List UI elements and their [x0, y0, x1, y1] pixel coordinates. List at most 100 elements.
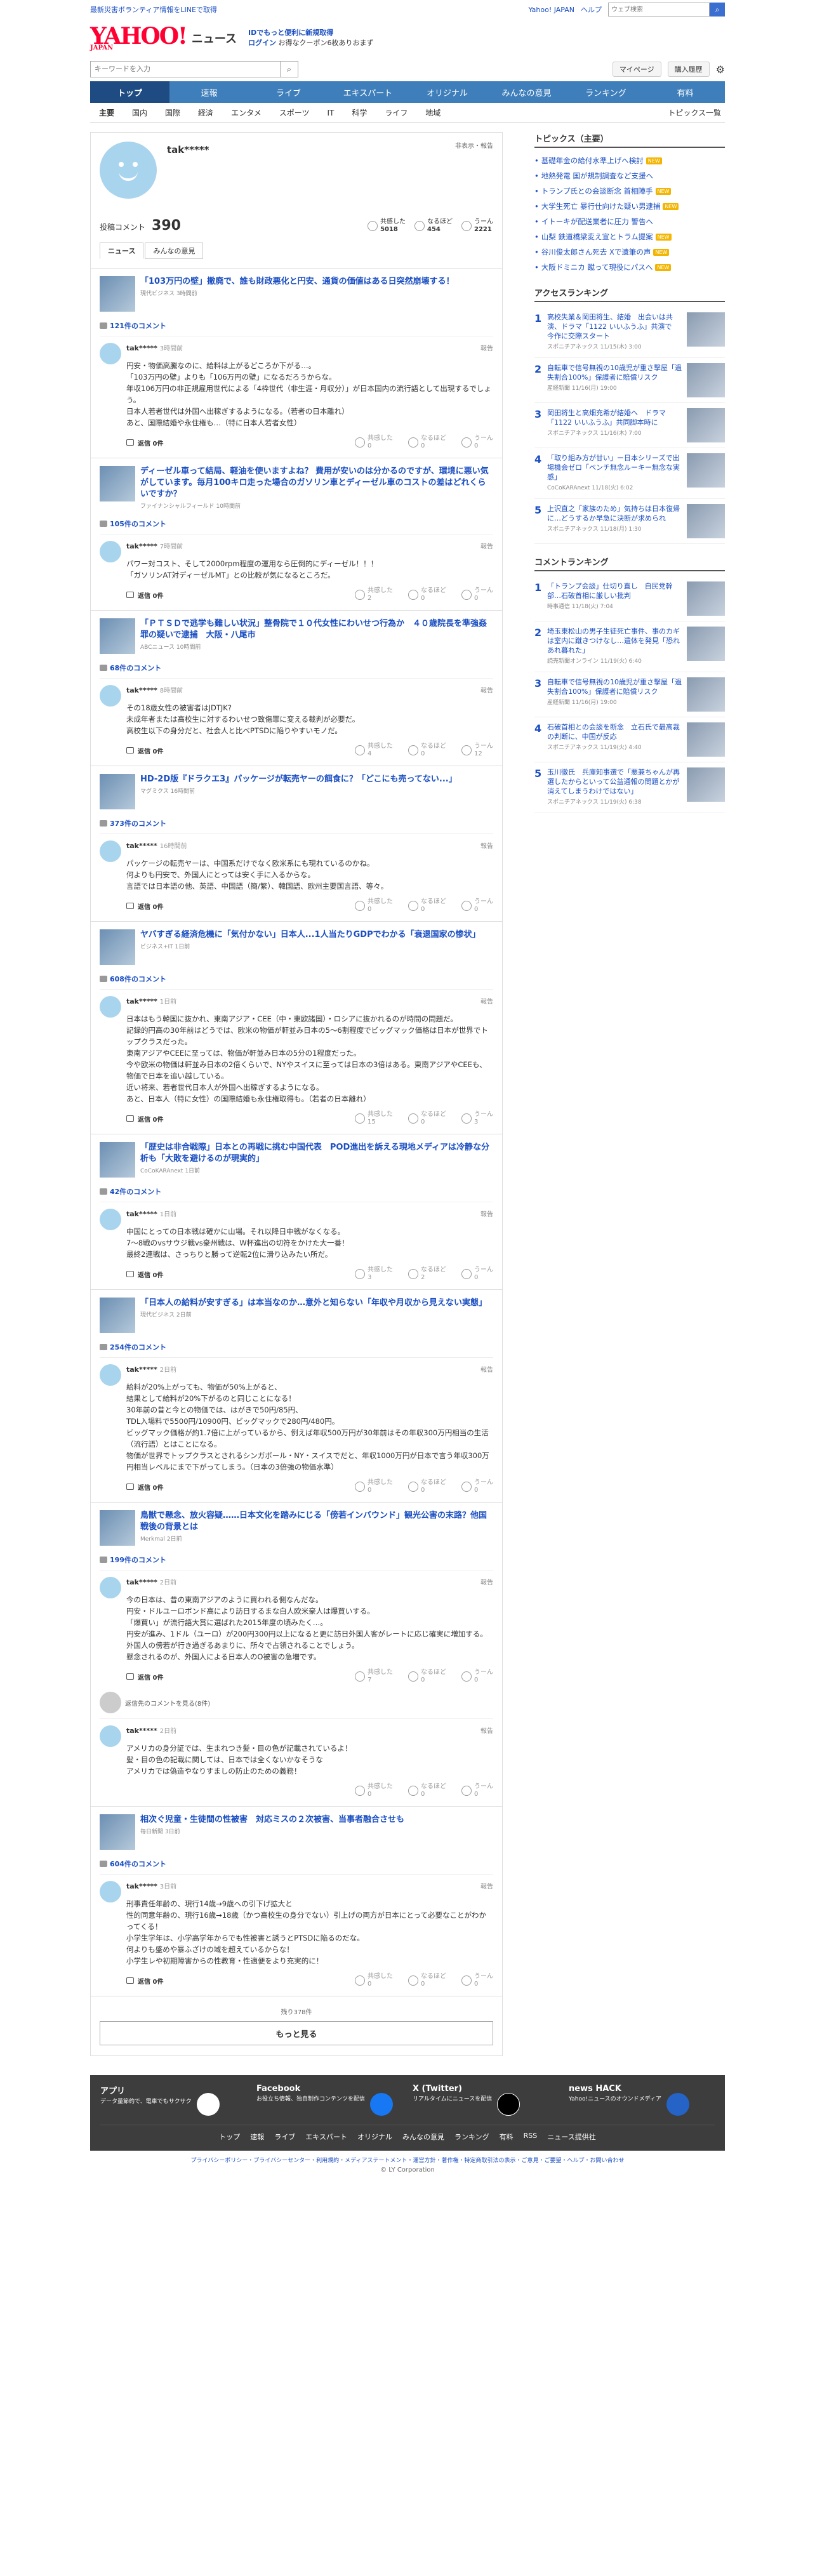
footer-app[interactable]: アプリ データ量節約で、電車でもサクサク: [100, 2084, 246, 2116]
topic-item[interactable]: 山梨 鉄道橋梁変え宣とトラム提案NEW: [534, 229, 725, 244]
article[interactable]: 「歴史は非合戦際」日本との再戦に挑む中国代表 POD進出を訴える現地メディアは冷…: [100, 1142, 493, 1178]
topic-item[interactable]: 谷川俊太郎さん死去 Xで遺筆の声NEW: [534, 244, 725, 260]
article-title[interactable]: 相次ぐ児童・生徒間の性被害 対応ミスの２次被害、当事者融合させも: [140, 1814, 404, 1826]
ranking-thumbnail[interactable]: [687, 504, 725, 538]
subnav-life[interactable]: ライフ: [376, 107, 416, 118]
vote-empathy-button[interactable]: 共感した 2: [355, 587, 393, 602]
article[interactable]: 相次ぐ児童・生徒間の性被害 対応ミスの２次被害、当事者融合させも 毎日新聞 3日前: [100, 1814, 493, 1850]
help-link[interactable]: ヘルプ: [581, 4, 602, 15]
article[interactable]: 「ＰＴＳＤで逃学も難しい状況」整骨院で１０代女性にわいせつ行為か ４０歳院長を準…: [100, 618, 493, 654]
vote-hmm-button[interactable]: うーん 0: [461, 898, 493, 913]
comment-count-link[interactable]: 105件のコメント: [100, 519, 493, 529]
article-title[interactable]: ディーゼル車って結局、軽油を使いますよね？ 費用が安いのは分かるのですが、環境に…: [140, 466, 493, 500]
reply-button[interactable]: 返信 0件: [126, 901, 163, 911]
subnav-science[interactable]: 科学: [343, 107, 376, 118]
ranking-item[interactable]: 5 上沢直之「家族のため」気持ちは日本復帰に…どうするか早急に決断が求められ スポニ…: [534, 499, 725, 544]
footer-link[interactable]: ニュース提供社: [547, 2132, 595, 2142]
vote-empathy-button[interactable]: 共感した 0: [355, 435, 393, 450]
ranking-title[interactable]: 高校失業＆岡田将生、結婚 出会いは共演、ドラマ「1122 いいふうふ」共演で 今…: [547, 312, 683, 341]
vote-empathy-button[interactable]: 共感した 0: [355, 1479, 393, 1494]
ranking-item[interactable]: 2 自転車で信号無視の10歳児が重さ撃屋「過失割合100%」保護者に賠償リスク 産経…: [534, 358, 725, 403]
tab-opinion[interactable]: みんなの意見: [145, 242, 204, 259]
article[interactable]: ヤバすぎる経済危機に「気付かない」日本人...1人当たりGDPでわかる「衰退国家…: [100, 929, 493, 965]
topic-item[interactable]: トランプ氏との会談断念 首相陣手NEW: [534, 183, 725, 199]
ranking-title[interactable]: 自転車で信号無視の10歳児が重さ撃屋「過失割合100%」保護者に賠償リスク: [547, 677, 683, 696]
article[interactable]: HD-2D版『ドラクエ3』パッケージが転売ヤーの餌食に？「どこにも売ってない..…: [100, 774, 493, 809]
topic-item[interactable]: 大学生死亡 暴行仕向けた疑い男逮捕NEW: [534, 199, 725, 214]
subnav-entertainment[interactable]: エンタメ: [222, 107, 270, 118]
article-title[interactable]: 「日本人の給料が安すぎる」は本当なのか…意外と知らない「年収や月収から見えない実…: [140, 1298, 487, 1309]
vote-hmm-button[interactable]: うーん 0: [461, 435, 493, 450]
reply-button[interactable]: 返信 0件: [126, 1482, 163, 1492]
report-link[interactable]: 報告: [480, 541, 493, 550]
ranking-title[interactable]: 埼玉東松山の男子生徒死亡事件、事のカギは室内に蹴きつけなし…遺体を発見「恐れあれ…: [547, 627, 683, 655]
vote-hmm-button[interactable]: うーん 3: [461, 1111, 493, 1126]
vote-insight-button[interactable]: なるほど 0: [408, 1669, 446, 1684]
comment-user[interactable]: tak*****: [126, 1578, 157, 1586]
report-link[interactable]: 報告: [480, 685, 493, 694]
ranking-thumbnail[interactable]: [687, 677, 725, 712]
vote-empathy-button[interactable]: 共感した 0: [355, 898, 393, 913]
nav-top[interactable]: トップ: [90, 81, 169, 103]
yahoo-japan-link[interactable]: Yahoo! JAPAN: [528, 6, 574, 14]
legal-links[interactable]: プライバシーポリシー・プライバシーセンター・利用規約・メディアステートメント・運…: [90, 2156, 725, 2164]
article-thumbnail[interactable]: [100, 1298, 135, 1333]
search-icon[interactable]: ⌕: [281, 61, 298, 77]
vote-empathy-button[interactable]: 共感した 4: [355, 743, 393, 758]
subnav-sports[interactable]: スポーツ: [270, 107, 319, 118]
vote-insight-button[interactable]: なるほど 2: [408, 1266, 446, 1282]
footer-link[interactable]: オリジナル: [357, 2132, 392, 2142]
topic-item[interactable]: 大阪ドミニカ 蹴って現役にパスへNEW: [534, 260, 725, 275]
vote-insight-button[interactable]: なるほど 0: [408, 1111, 446, 1126]
footer-link[interactable]: ライブ: [274, 2132, 295, 2142]
reply-button[interactable]: 返信 0件: [126, 1672, 163, 1682]
ranking-thumbnail[interactable]: [687, 408, 725, 442]
report-link[interactable]: 報告: [480, 840, 493, 850]
logo[interactable]: YAHOO! JAPAN: [90, 25, 188, 51]
ranking-title[interactable]: 上沢直之「家族のため」気持ちは日本復帰に…どうするか早急に決断が求められ: [547, 504, 683, 523]
article-title[interactable]: 「ＰＴＳＤで逃学も難しい状況」整骨院で１０代女性にわいせつ行為か ４０歳院長を準…: [140, 618, 493, 641]
comment-count-link[interactable]: 42件のコメント: [100, 1186, 493, 1197]
reply-button[interactable]: 返信 0件: [126, 590, 163, 600]
comment-user[interactable]: tak*****: [126, 686, 157, 694]
reply-button[interactable]: 返信 0件: [126, 1976, 163, 1986]
vote-insight-button[interactable]: なるほど 0: [408, 1783, 446, 1798]
article-thumbnail[interactable]: [100, 929, 135, 965]
nav-original[interactable]: オリジナル: [408, 81, 487, 103]
vote-hmm-button[interactable]: うーん 0: [461, 1479, 493, 1494]
subnav-international[interactable]: 国際: [156, 107, 189, 118]
footer-link[interactable]: 有料: [500, 2132, 514, 2142]
nav-expert[interactable]: エキスパート: [328, 81, 408, 103]
purchase-history-button[interactable]: 購入履歴: [667, 62, 710, 77]
comment-user[interactable]: tak*****: [126, 1727, 157, 1735]
report-link[interactable]: 報告: [480, 1725, 493, 1735]
footer-link[interactable]: ランキング: [454, 2132, 489, 2142]
article[interactable]: ディーゼル車って結局、軽油を使いますよね？ 費用が安いのは分かるのですが、環境に…: [100, 466, 493, 510]
vote-insight-button[interactable]: なるほど 0: [408, 743, 446, 758]
search-icon[interactable]: ⌕: [710, 3, 725, 17]
vote-insight-button[interactable]: なるほど 0: [408, 898, 446, 913]
ranking-thumbnail[interactable]: [687, 767, 725, 802]
ranking-thumbnail[interactable]: [687, 453, 725, 488]
reply-button[interactable]: 返信 0件: [126, 746, 163, 755]
tab-news[interactable]: ニュース: [100, 242, 144, 259]
comment-count-link[interactable]: 608件のコメント: [100, 974, 493, 984]
vote-insight-button[interactable]: なるほど 0: [408, 587, 446, 602]
vote-empathy-button[interactable]: 共感した 3: [355, 1266, 393, 1282]
article-title[interactable]: 鳥獣で懸念、放火容疑……日本文化を踏みにじる「傍若インバウンド」観光公害の末路？…: [140, 1510, 493, 1533]
service-name[interactable]: ニュース: [192, 30, 237, 46]
report-link[interactable]: 報告: [480, 1577, 493, 1586]
web-search-input[interactable]: [608, 3, 710, 17]
ranking-thumbnail[interactable]: [687, 627, 725, 661]
vote-hmm-button[interactable]: うーん 0: [461, 587, 493, 602]
ranking-title[interactable]: 岡田将生と高畑充希が結婚へ ドラマ「1122 いいふうふ」共同脚本時に: [547, 408, 683, 427]
vote-hmm-button[interactable]: うーん 0: [461, 1783, 493, 1798]
ranking-item[interactable]: 5 玉川徹氏 兵庫知事選で「悪兼ちゃんが再選したからといって公益通報の問題とかが消…: [534, 762, 725, 813]
ranking-title[interactable]: 「取り組み方が甘い」ー日本シリーズで出場機会ゼロ「ベンチ無念ルーキー無念な実感」: [547, 453, 683, 482]
news-search-input[interactable]: [90, 61, 281, 77]
report-link[interactable]: 報告: [480, 343, 493, 352]
nav-breaking[interactable]: 速報: [169, 81, 249, 103]
article-thumbnail[interactable]: [100, 1814, 135, 1850]
article-thumbnail[interactable]: [100, 1142, 135, 1178]
subnav-region[interactable]: 地域: [416, 107, 449, 118]
